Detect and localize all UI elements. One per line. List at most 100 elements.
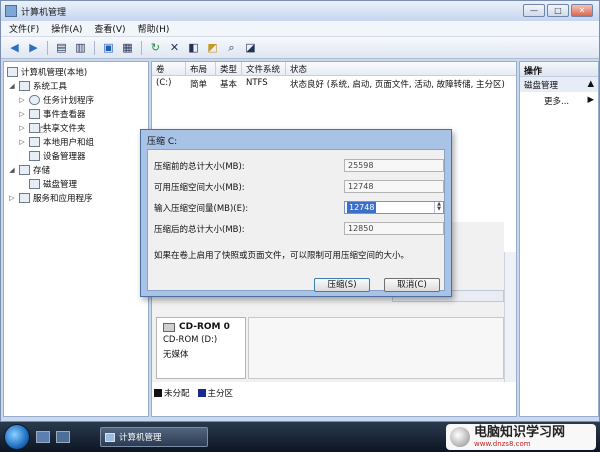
tree-disk-management[interactable]: 磁盘管理 bbox=[4, 177, 148, 191]
menu-bar: 文件(F) 操作(A) 查看(V) 帮助(H) bbox=[1, 21, 599, 37]
column-status[interactable]: 状态 bbox=[286, 62, 516, 75]
open-folder-icon[interactable]: ◩ bbox=[205, 40, 220, 55]
navigation-tree: 计算机管理(本地) ◢ 系统工具 ▷ 任务计划程序 ▷ 事件查看器 ▷ 共享文件… bbox=[3, 61, 149, 417]
title-bar[interactable]: 计算机管理 — □ ✕ bbox=[1, 1, 599, 21]
more-actions-label: 更多... bbox=[544, 97, 570, 107]
help-icon[interactable]: ▣ bbox=[101, 40, 116, 55]
show-desktop-icon[interactable] bbox=[36, 431, 50, 443]
tools-icon bbox=[19, 81, 30, 91]
users-icon bbox=[29, 137, 40, 147]
refresh-icon[interactable]: ↻ bbox=[148, 40, 163, 55]
close-button[interactable]: ✕ bbox=[571, 4, 593, 17]
actions-section-label: 磁盘管理 bbox=[524, 81, 559, 91]
cdrom-media: 无媒体 bbox=[163, 350, 189, 360]
properties-icon[interactable]: ▦ bbox=[120, 40, 135, 55]
search-icon[interactable]: ⌕ bbox=[224, 40, 239, 55]
clock-icon bbox=[29, 95, 40, 105]
computer-icon bbox=[7, 67, 18, 77]
shrink-amount-value: 12748 bbox=[347, 202, 377, 213]
taskbar: 计算机管理 电脑知识学习网 www.dnzs8.com bbox=[0, 422, 600, 452]
hand-cursor-icon: ☝ bbox=[39, 121, 48, 137]
more-actions[interactable]: 更多... ▶ bbox=[520, 92, 598, 107]
tree-storage-label: 存储 bbox=[33, 166, 51, 176]
tree-local-users[interactable]: ▷ 本地用户和组 bbox=[4, 135, 148, 149]
menu-help[interactable]: 帮助(H) bbox=[138, 22, 170, 35]
spin-arrows-icon[interactable]: ▲ ▼ bbox=[434, 202, 443, 213]
cell-filesystem: NTFS bbox=[246, 78, 268, 88]
event-log-icon bbox=[29, 109, 40, 119]
cancel-button[interactable]: 取消(C) bbox=[384, 278, 440, 292]
actions-section[interactable]: 磁盘管理 ▲ bbox=[520, 77, 598, 92]
window-title: 计算机管理 bbox=[21, 7, 67, 18]
column-type[interactable]: 类型 bbox=[216, 62, 242, 75]
expand-icon[interactable]: ▷ bbox=[18, 124, 26, 132]
switch-windows-icon[interactable] bbox=[56, 431, 70, 443]
start-button[interactable] bbox=[4, 424, 30, 450]
delete-icon[interactable]: ✕ bbox=[167, 40, 182, 55]
cell-status: 状态良好 (系统, 启动, 页面文件, 活动, 故障转储, 主分区) bbox=[290, 80, 505, 90]
available-label: 可用压缩空间大小(MB): bbox=[154, 182, 245, 193]
back-icon[interactable]: ◀ bbox=[7, 40, 22, 55]
expand-icon[interactable]: ▷ bbox=[18, 96, 26, 104]
site-watermark: 电脑知识学习网 www.dnzs8.com bbox=[446, 424, 596, 450]
cdrom-partition-area[interactable] bbox=[248, 317, 504, 379]
disk-management-icon bbox=[29, 179, 40, 189]
expand-icon[interactable]: ▷ bbox=[8, 194, 16, 202]
actions-header: 操作 bbox=[520, 62, 598, 77]
disk-icon[interactable]: ◪ bbox=[243, 40, 258, 55]
tree-storage[interactable]: ◢ 存储 bbox=[4, 163, 148, 177]
shrink-button[interactable]: 压缩(S) bbox=[314, 278, 370, 292]
tree-shared-folders[interactable]: ▷ 共享文件夹 bbox=[4, 121, 148, 135]
menu-action[interactable]: 操作(A) bbox=[51, 22, 82, 35]
tree-device-manager[interactable]: 设备管理器 bbox=[4, 149, 148, 163]
show-hide-tree-icon[interactable]: ▥ bbox=[73, 40, 88, 55]
cell-layout: 简单 bbox=[190, 80, 208, 90]
legend-unallocated: 未分配 bbox=[164, 389, 190, 399]
maximize-button[interactable]: □ bbox=[547, 4, 569, 17]
tree-event-viewer[interactable]: ▷ 事件查看器 bbox=[4, 107, 148, 121]
input-label: 输入压缩空间量(MB)(E): bbox=[154, 203, 249, 214]
taskbar-item-label: 计算机管理 bbox=[119, 433, 162, 443]
table-row[interactable]: (C:) 简单 基本 NTFS 状态良好 (系统, 启动, 页面文件, 活动, … bbox=[152, 78, 516, 90]
minimize-button[interactable]: — bbox=[523, 4, 545, 17]
column-filesystem[interactable]: 文件系统 bbox=[242, 62, 286, 75]
tree-system-tools[interactable]: ◢ 系统工具 bbox=[4, 79, 148, 93]
vertical-scrollbar[interactable] bbox=[504, 252, 516, 382]
cdrom-disk-card[interactable]: CD-ROM 0 CD-ROM (D:) 无媒体 bbox=[156, 317, 246, 379]
tree-disk-management-label: 磁盘管理 bbox=[43, 180, 78, 190]
dialog-title[interactable]: 压缩 C: bbox=[141, 130, 451, 148]
forward-icon[interactable]: ▶ bbox=[26, 40, 41, 55]
total-before-label: 压缩前的总计大小(MB): bbox=[154, 161, 245, 172]
toolbar-divider bbox=[94, 40, 95, 55]
tree-task-scheduler[interactable]: ▷ 任务计划程序 bbox=[4, 93, 148, 107]
shrink-amount-input[interactable]: 12748 ▲ ▼ bbox=[344, 201, 444, 214]
shrink-dialog: 压缩 C: 压缩前的总计大小(MB): 25598 可用压缩空间大小(MB): … bbox=[140, 129, 452, 297]
computer-management-icon bbox=[5, 5, 17, 17]
expand-icon[interactable]: ▷ bbox=[18, 110, 26, 118]
volume-table-header: 卷 布局 类型 文件系统 状态 bbox=[152, 62, 516, 76]
collapse-icon[interactable]: ◢ bbox=[8, 82, 16, 90]
connect-icon[interactable]: ◧ bbox=[186, 40, 201, 55]
computer-management-icon bbox=[105, 432, 115, 442]
column-volume[interactable]: 卷 bbox=[152, 62, 186, 75]
unallocated-swatch bbox=[154, 389, 162, 397]
expand-icon[interactable]: ▷ bbox=[18, 138, 26, 146]
total-before-row: 压缩前的总计大小(MB): 25598 bbox=[154, 158, 444, 173]
menu-view[interactable]: 查看(V) bbox=[94, 22, 125, 35]
primary-swatch bbox=[197, 389, 206, 397]
taskbar-item-computer-management[interactable]: 计算机管理 bbox=[100, 427, 208, 447]
available-value: 12748 bbox=[344, 180, 444, 193]
tree-event-viewer-label: 事件查看器 bbox=[43, 110, 86, 120]
tree-services-apps[interactable]: ▷ 服务和应用程序 bbox=[4, 191, 148, 205]
menu-file[interactable]: 文件(F) bbox=[9, 22, 39, 35]
toolbar-divider bbox=[47, 40, 48, 55]
available-row: 可用压缩空间大小(MB): 12748 bbox=[154, 179, 444, 194]
total-after-row: 压缩后的总计大小(MB): 12850 bbox=[154, 221, 444, 236]
column-layout[interactable]: 布局 bbox=[186, 62, 216, 75]
collapse-arrow-icon[interactable]: ▲ bbox=[587, 79, 594, 90]
up-folder-icon[interactable]: ▤ bbox=[54, 40, 69, 55]
collapse-icon[interactable]: ◢ bbox=[8, 166, 16, 174]
tree-root[interactable]: 计算机管理(本地) bbox=[4, 65, 148, 79]
cdrom-icon bbox=[163, 322, 175, 332]
total-before-value: 25598 bbox=[344, 159, 444, 172]
